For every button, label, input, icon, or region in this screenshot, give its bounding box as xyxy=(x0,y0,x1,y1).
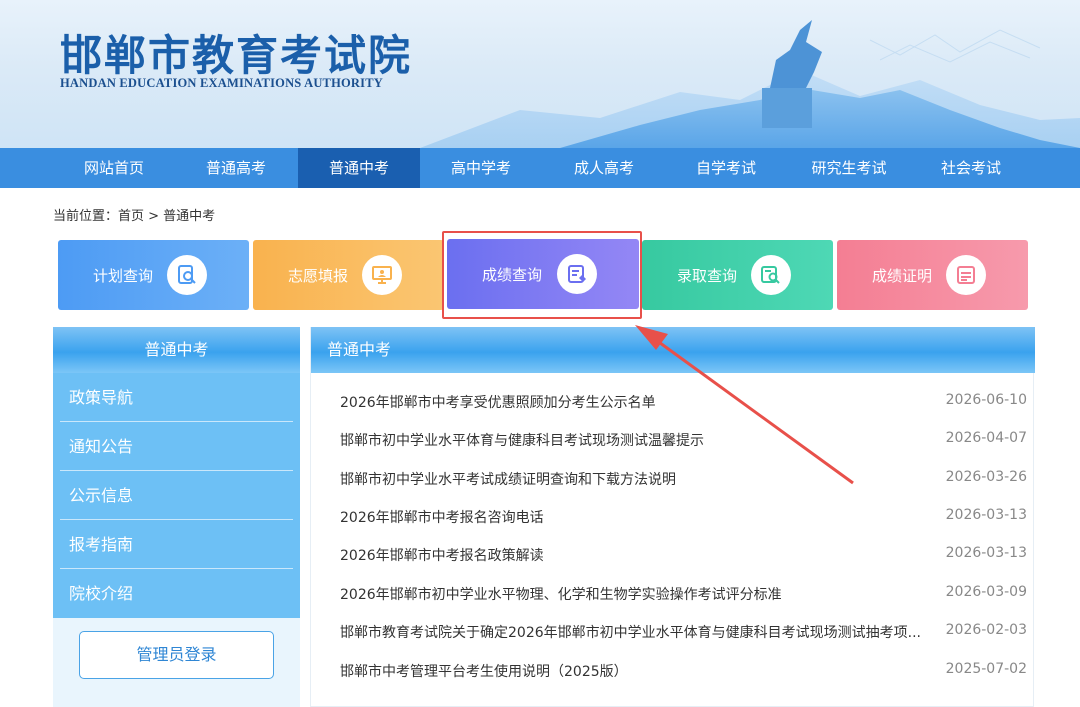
sidebar-item-label: 通知公告 xyxy=(69,437,134,456)
tile-score-certificate[interactable]: 成绩证明 xyxy=(837,240,1028,310)
nav-item-postgraduate[interactable]: 研究生考试 xyxy=(788,148,910,188)
news-title[interactable]: 2026年邯郸市初中学业水平物理、化学和生物学实验操作考试评分标准 xyxy=(340,584,940,604)
highlight-box xyxy=(442,231,642,319)
news-title[interactable]: 2026年邯郸市中考享受优惠照顾加分考生公示名单 xyxy=(340,392,940,412)
news-item[interactable]: 2026年邯郸市中考报名政策解读 2026-03-13 xyxy=(340,545,1027,569)
site-title: 邯郸市教育考试院 xyxy=(60,31,413,80)
certificate-icon xyxy=(946,255,986,295)
news-panel: 普通中考 2026年邯郸市中考享受优惠照顾加分考生公示名单 2026-06-10… xyxy=(310,327,1035,707)
header-banner: 邯郸市教育考试院 HANDAN EDUCATION EXAMINATIONS A… xyxy=(0,0,1080,148)
presentation-board-icon xyxy=(362,255,402,295)
nav-item-social-exam[interactable]: 社会考试 xyxy=(910,148,1032,188)
news-date: 2026-03-13 xyxy=(945,545,1027,561)
news-date: 2026-06-10 xyxy=(945,392,1027,408)
sidebar-item-notices[interactable]: 通知公告 xyxy=(53,422,300,471)
sidebar-item-label: 报考指南 xyxy=(69,535,134,554)
search-document-icon xyxy=(167,255,207,295)
news-title[interactable]: 2026年邯郸市中考报名咨询电话 xyxy=(340,507,940,527)
news-item[interactable]: 邯郸市中考管理平台考生使用说明（2025版） 2025-07-02 xyxy=(340,661,1027,685)
news-title[interactable]: 邯郸市教育考试院关于确定2026年邯郸市初中学业水平体育与健康科目考试现场测试抽… xyxy=(340,622,940,642)
nav-item-self-study[interactable]: 自学考试 xyxy=(665,148,787,188)
sidebar-item-label: 院校介绍 xyxy=(69,584,134,603)
nav-item-xuekao[interactable]: 高中学考 xyxy=(420,148,542,188)
news-date: 2026-03-09 xyxy=(945,584,1027,600)
news-item[interactable]: 2026年邯郸市中考享受优惠照顾加分考生公示名单 2026-06-10 xyxy=(340,392,1027,416)
news-title[interactable]: 邯郸市中考管理平台考生使用说明（2025版） xyxy=(340,661,940,681)
sidebar-item-public-info[interactable]: 公示信息 xyxy=(53,471,300,520)
news-date: 2026-03-13 xyxy=(945,507,1027,523)
news-date: 2026-04-07 xyxy=(945,430,1027,446)
nav-item-zhongkao[interactable]: 普通中考 xyxy=(298,148,420,188)
news-title[interactable]: 邯郸市初中学业水平体育与健康科目考试现场测试温馨提示 xyxy=(340,430,940,450)
news-item[interactable]: 邯郸市初中学业水平体育与健康科目考试现场测试温馨提示 2026-04-07 xyxy=(340,430,1027,454)
sidebar-item-policy[interactable]: 政策导航 xyxy=(53,373,300,422)
news-title[interactable]: 2026年邯郸市中考报名政策解读 xyxy=(340,545,940,565)
sidebar-item-schools[interactable]: 院校介绍 xyxy=(53,569,300,618)
news-date: 2025-07-02 xyxy=(945,661,1027,677)
news-item[interactable]: 2026年邯郸市中考报名咨询电话 2026-03-13 xyxy=(340,507,1027,531)
sidebar-item-label: 政策导航 xyxy=(69,388,134,407)
admin-login-button[interactable]: 管理员登录 xyxy=(79,631,274,679)
breadcrumb: 当前位置：首页 > 普通中考 xyxy=(53,209,216,224)
sidebar: 普通中考 政策导航 通知公告 公示信息 报考指南 院校介绍 管理员登录 xyxy=(53,327,300,707)
sidebar-item-guide[interactable]: 报考指南 xyxy=(53,520,300,569)
news-item[interactable]: 2026年邯郸市初中学业水平物理、化学和生物学实验操作考试评分标准 2026-0… xyxy=(340,584,1027,608)
news-title[interactable]: 邯郸市初中学业水平考试成绩证明查询和下载方法说明 xyxy=(340,469,940,489)
news-panel-title: 普通中考 xyxy=(311,327,1035,373)
sidebar-item-label: 公示信息 xyxy=(69,486,134,505)
news-item[interactable]: 邯郸市教育考试院关于确定2026年邯郸市初中学业水平体育与健康科目考试现场测试抽… xyxy=(340,622,1027,646)
site-subtitle: HANDAN EDUCATION EXAMINATIONS AUTHORITY xyxy=(60,76,383,90)
main-nav: 网站首页 普通高考 普通中考 高中学考 成人高考 自学考试 研究生考试 社会考试 xyxy=(0,148,1080,188)
tile-plan-query[interactable]: 计划查询 xyxy=(58,240,249,310)
news-date: 2026-02-03 xyxy=(945,622,1027,638)
news-date: 2026-03-26 xyxy=(945,469,1027,485)
sidebar-title: 普通中考 xyxy=(53,327,300,373)
nav-item-home[interactable]: 网站首页 xyxy=(53,148,175,188)
tile-admission-query[interactable]: 录取查询 xyxy=(642,240,833,310)
nav-item-gaokao[interactable]: 普通高考 xyxy=(175,148,297,188)
nav-item-adult-exam[interactable]: 成人高考 xyxy=(543,148,665,188)
search-list-icon xyxy=(751,255,791,295)
tile-application[interactable]: 志愿填报 xyxy=(253,240,444,310)
news-item[interactable]: 邯郸市初中学业水平考试成绩证明查询和下载方法说明 2026-03-26 xyxy=(340,469,1027,493)
